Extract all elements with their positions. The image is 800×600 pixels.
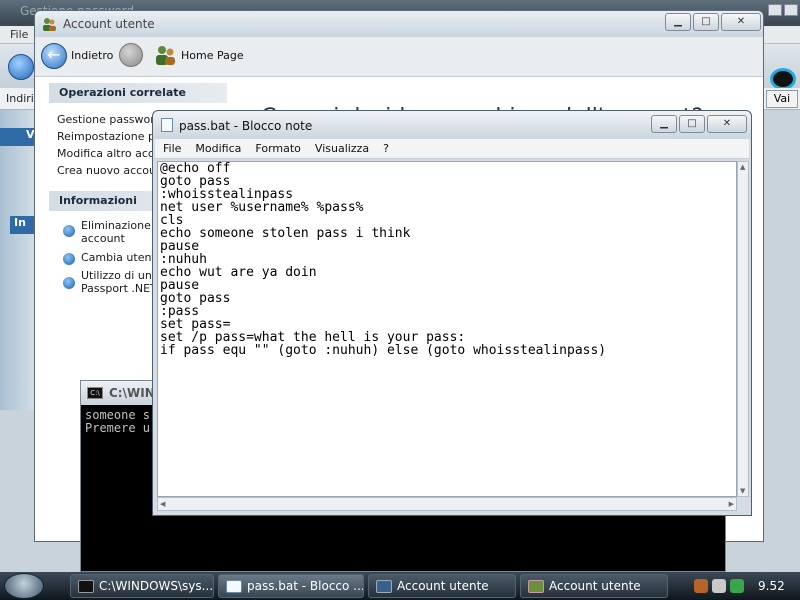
system-tray: 9.52 [690,574,800,598]
help-icon [63,225,75,237]
scroll-left-icon[interactable]: ◀ [160,500,165,508]
task-label: Account utente [549,579,641,593]
restore-icon[interactable] [768,4,782,16]
home-users-icon[interactable] [153,43,177,67]
notepad-window: pass.bat - Blocco note ▁ □ ✕ File Modifi… [152,110,752,516]
minimize-button[interactable]: ▁ [651,115,677,133]
account-titlebar: Account utente ▁ □ ✕ [35,11,763,37]
clock[interactable]: 9.52 [758,579,785,593]
start-button[interactable] [4,573,44,599]
related-link-new-account[interactable]: Crea nuovo account [57,164,167,177]
related-link-password[interactable]: Gestione password [57,113,162,126]
close-button[interactable]: ✕ [707,115,747,133]
scroll-down-icon[interactable]: ▼ [740,487,745,495]
address-label: Indiri [6,92,34,105]
network-icon[interactable] [730,579,744,593]
menu-edit[interactable]: Modifica [187,139,247,158]
vertical-scrollbar[interactable]: ▲ ▼ [737,161,749,497]
go-button[interactable]: Vai [766,90,798,108]
notepad-title: pass.bat - Blocco note [179,119,313,133]
task-account-users[interactable]: Account utente [520,574,668,598]
refresh-orb-icon[interactable] [770,68,796,90]
scroll-up-icon[interactable]: ▲ [740,163,745,171]
maximize-button[interactable]: □ [693,13,719,31]
notepad-titlebar: pass.bat - Blocco note ▁ □ ✕ [153,111,751,139]
task-label: Account utente [397,579,489,593]
back-arrow-icon[interactable] [8,54,34,80]
close-button[interactable]: ✕ [721,13,761,31]
home-page-link[interactable]: Home Page [181,49,244,62]
notepad-icon [226,580,242,593]
side-panel-tab[interactable]: In [10,216,36,234]
minimize-button[interactable]: ▁ [665,13,691,31]
info-link-switch-user[interactable]: Cambia utente [81,251,163,264]
task-notepad[interactable]: pass.bat - Blocco ... [218,574,364,598]
forward-arrow-icon[interactable] [119,43,143,67]
help-icon [63,253,75,265]
notepad-content[interactable]: @echo off goto pass :whoisstealinpass ne… [160,162,606,357]
task-cmd[interactable]: C:\WINDOWS\sys... [70,574,214,598]
horizontal-scrollbar[interactable]: ◀ ▶ [157,497,737,511]
users-icon [528,580,544,593]
related-tasks-header: Operazioni correlate [49,83,227,103]
cmd-icon [78,580,94,593]
related-link-reset[interactable]: Reimpostazione pas [57,130,167,143]
maximize-button[interactable]: □ [679,115,705,133]
back-arrow-icon[interactable]: ← [41,43,67,69]
speaker-icon[interactable] [712,579,726,593]
menu-help[interactable]: ? [375,139,395,158]
notepad-menubar: File Modifica Formato Visualizza ? [155,139,749,159]
task-label: pass.bat - Blocco ... [247,579,364,593]
taskbar: C:\WINDOWS\sys... pass.bat - Blocco ... … [0,572,800,600]
background-window-controls [766,0,800,22]
menu-file[interactable]: File [10,28,28,41]
menu-view[interactable]: Visualizza [307,139,375,158]
scroll-right-icon[interactable]: ▶ [729,500,734,508]
folder-icon [376,580,392,593]
account-window-controls: ▁ □ ✕ [665,13,761,31]
command-prompt-output: someone s Premere u [85,408,151,435]
notepad-text-area[interactable]: @echo off goto pass :whoisstealinpass ne… [157,161,737,497]
task-account-folder[interactable]: Account utente [368,574,516,598]
account-window-title: Account utente [63,17,155,31]
side-panel-tab[interactable]: V [0,128,36,146]
cmd-icon: C:\ [87,387,103,399]
back-label[interactable]: Indietro [71,49,113,62]
notepad-icon [161,118,173,132]
users-icon [43,18,56,31]
background-side-panel [0,110,36,410]
account-navbar: ← Indietro Home Page [35,37,763,77]
help-icon [63,277,75,289]
menu-format[interactable]: Formato [247,139,307,158]
menu-file[interactable]: File [155,139,187,158]
restore-icon[interactable] [784,4,798,16]
task-label: C:\WINDOWS\sys... [99,579,214,593]
notepad-window-controls: ▁ □ ✕ [651,115,747,133]
user-tray-icon[interactable] [694,579,708,593]
